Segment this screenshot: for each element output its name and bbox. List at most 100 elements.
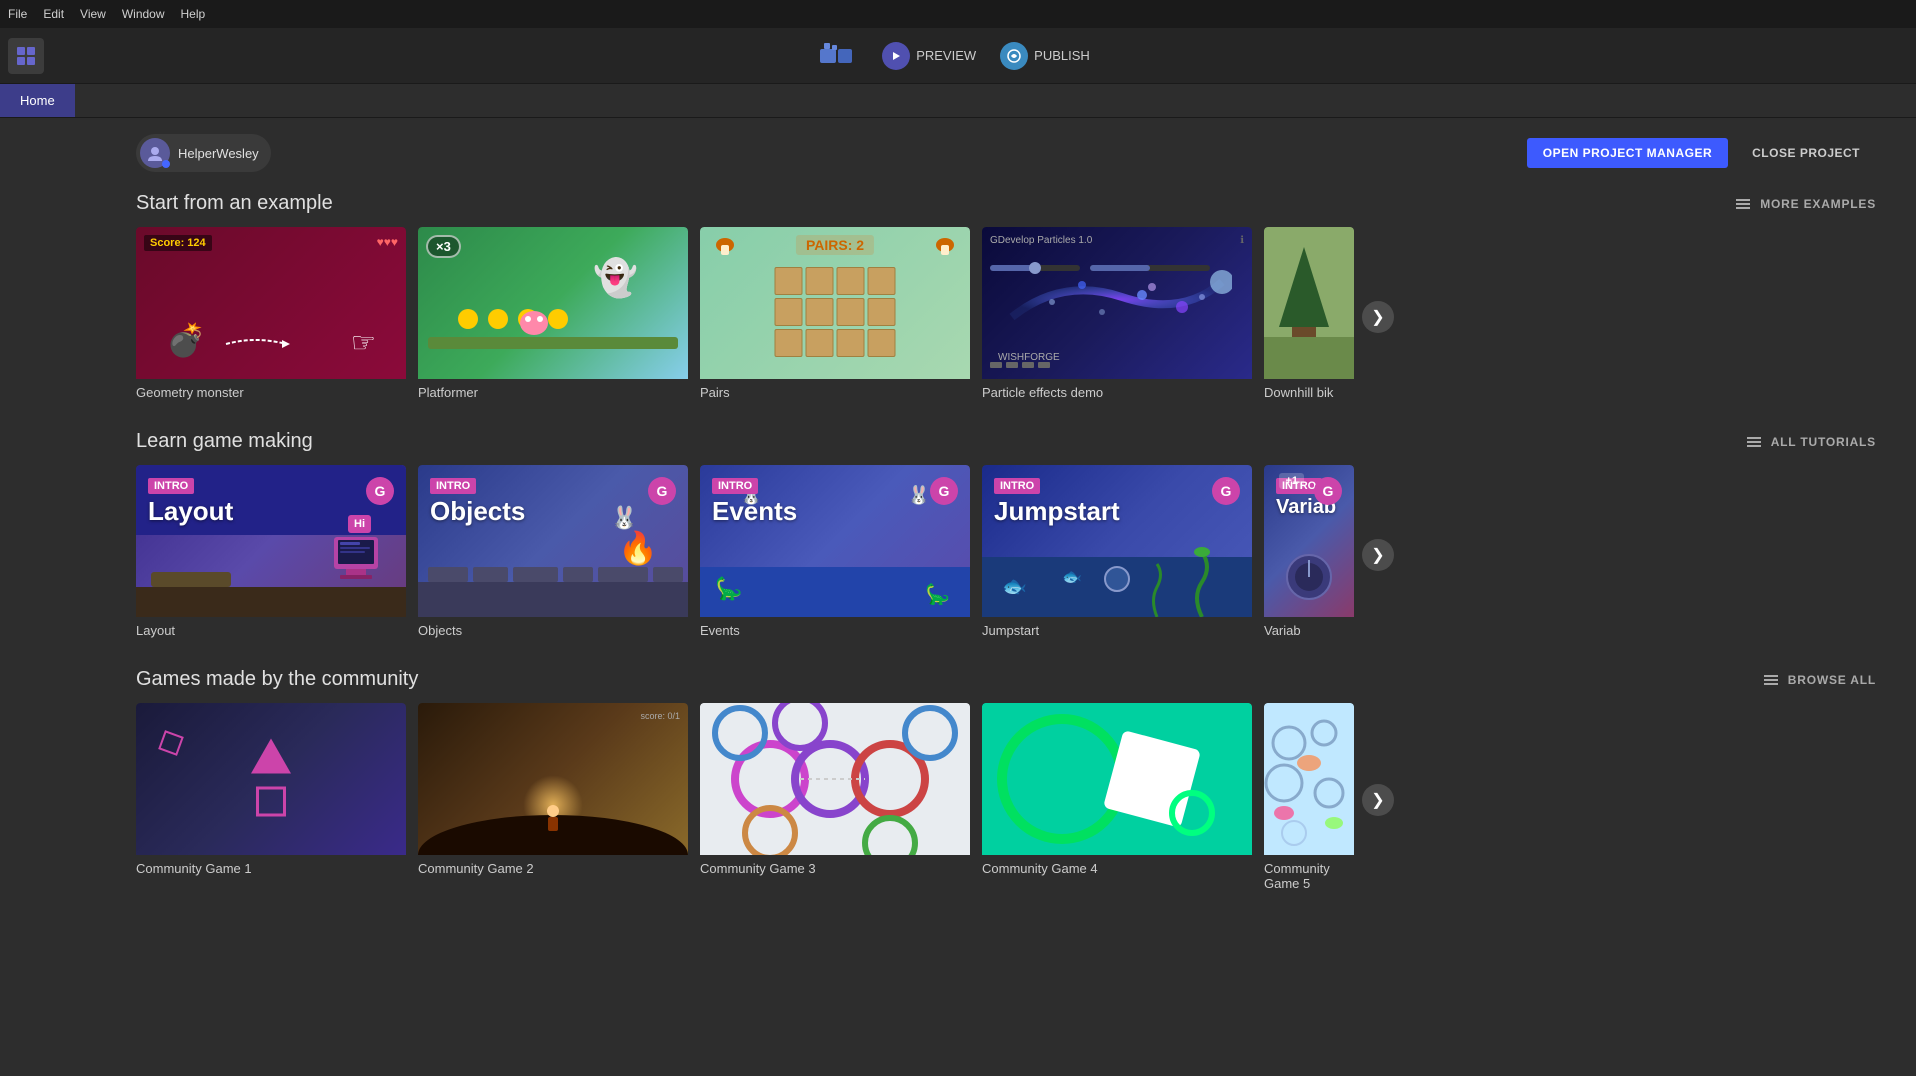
tutorials-next-arrow[interactable]: ❯: [1362, 539, 1394, 571]
card-thumb-particles: GDevelop Particles 1.0: [982, 227, 1252, 379]
publish-button[interactable]: PUBLISH: [992, 38, 1098, 74]
tab-home[interactable]: Home: [0, 84, 75, 117]
multiplier-badge: ×3: [426, 235, 461, 258]
preview-button[interactable]: PREVIEW: [874, 38, 984, 74]
card-label-platformer: Platformer: [418, 379, 688, 406]
card-thumb-geometry: Score: 124 ♥♥♥ 💣 ☞: [136, 227, 406, 379]
card-label-pairs: Pairs: [700, 379, 970, 406]
geo-shapes-comm1: [251, 739, 291, 820]
card-intro-layout[interactable]: Intro Layout G Hi: [136, 465, 406, 644]
avatar-circle: [140, 138, 170, 168]
play-icon: [882, 42, 910, 70]
card-label-comm3: Community Game 3: [700, 855, 970, 882]
hearts-badge: ♥♥♥: [377, 235, 398, 249]
community-cards-row: Community Game 1 score: 0/1: [136, 703, 1916, 897]
fire-decoration: 🔥: [618, 529, 658, 567]
card-thumb-comm1: [136, 703, 406, 855]
all-tutorials-link[interactable]: ALL TUTORIALS: [1747, 435, 1876, 449]
card-thumb-events: 🦕 🦕 🐰 🐰 Intro Events G: [700, 465, 970, 617]
examples-title: Start from an example: [136, 192, 333, 215]
abstract-svg: [982, 703, 1252, 855]
bunny-decoration: 🐰: [611, 505, 638, 531]
controls-svg: [990, 255, 1210, 285]
app-logo[interactable]: [8, 38, 44, 74]
score-top-comm2: score: 0/1: [640, 711, 680, 721]
triangle-shape: [251, 739, 291, 774]
all-tutorials-label: ALL TUTORIALS: [1771, 435, 1876, 449]
user-avatar[interactable]: HelperWesley: [136, 134, 271, 172]
examples-cards-scroll: Score: 124 ♥♥♥ 💣 ☞ Geometry monster: [136, 227, 1354, 406]
card-intro-jumpstart[interactable]: 🐟 🐟 Intro Jumpstart G Jumpstart: [982, 465, 1252, 644]
card-geometry-monster[interactable]: Score: 124 ♥♥♥ 💣 ☞ Geometry monster: [136, 227, 406, 406]
card-intro-variables[interactable]: Intro Variab G +1 Variab: [1264, 465, 1354, 644]
badge-intro-jumpstart: Intro: [994, 478, 1040, 494]
particles-title: GDevelop Particles 1.0: [990, 235, 1092, 246]
bubble-icon: [1104, 566, 1130, 592]
open-project-manager-button[interactable]: OPEN PROJECT MANAGER: [1527, 138, 1728, 168]
publish-label: PUBLISH: [1034, 48, 1090, 63]
card-label-comm2: Community Game 2: [418, 855, 688, 882]
examples-section-header: Start from an example MORE EXAMPLES: [136, 192, 1916, 215]
browse-all-label: BROWSE ALL: [1788, 673, 1876, 687]
toolbar-logo-area: [0, 28, 44, 83]
badge-title-jumpstart: Jumpstart: [994, 496, 1120, 527]
badge-title-layout: Layout: [148, 496, 233, 527]
menu-file[interactable]: File: [8, 7, 27, 21]
close-project-button[interactable]: CLOSE PROJECT: [1736, 138, 1876, 168]
card-community-4[interactable]: Community Game 4: [982, 703, 1252, 897]
pairs-counter: PAIRS: 2: [796, 235, 874, 255]
layout-platform: [151, 572, 231, 587]
user-header: HelperWesley OPEN PROJECT MANAGER CLOSE …: [136, 134, 1916, 172]
pairs-grid: [775, 267, 896, 357]
hexagons-svg: [700, 703, 970, 855]
card-intro-objects[interactable]: Intro Objects G 🔥 🐰 Objects: [418, 465, 688, 644]
browse-all-link[interactable]: BROWSE ALL: [1764, 673, 1876, 687]
badge-title-objects: Objects: [430, 496, 525, 527]
card-community-5[interactable]: Community Game 5: [1264, 703, 1354, 897]
card-particles[interactable]: GDevelop Particles 1.0: [982, 227, 1252, 406]
card-label-objects: Objects: [418, 617, 688, 644]
score-badge: Score: 124: [144, 235, 212, 251]
examples-section: Start from an example MORE EXAMPLES Scor…: [136, 192, 1916, 406]
avatar-online-dot: [162, 160, 170, 168]
hi-card-layout: Hi: [348, 515, 371, 533]
creature-right: 🦕: [925, 582, 950, 607]
card-community-2[interactable]: score: 0/1 Community Game 2: [418, 703, 688, 897]
card-label-events: Events: [700, 617, 970, 644]
card-thumb-variables: Intro Variab G +1: [1264, 465, 1354, 617]
card-label-geometry: Geometry monster: [136, 379, 406, 406]
card-intro-events[interactable]: 🦕 🦕 🐰 🐰 Intro Events G Events: [700, 465, 970, 644]
toolbar-center: PREVIEW PUBLISH: [818, 38, 1098, 74]
card-thumb-downhill: [1264, 227, 1354, 379]
examples-next-arrow[interactable]: ❯: [1362, 301, 1394, 333]
card-community-3[interactable]: Community Game 3: [700, 703, 970, 897]
card-pairs[interactable]: PAIRS: 2: [700, 227, 970, 406]
card-community-1[interactable]: Community Game 1: [136, 703, 406, 897]
card-thumb-objects: Intro Objects G 🔥 🐰: [418, 465, 688, 617]
blob-character: [518, 307, 550, 335]
card-label-particles: Particle effects demo: [982, 379, 1252, 406]
card-thumb-layout: Intro Layout G Hi: [136, 465, 406, 617]
tutorials-section: Learn game making ALL TUTORIALS Intro La…: [136, 430, 1916, 644]
platform-bar: [428, 337, 678, 349]
plus-badge: +1: [1279, 473, 1304, 489]
menu-window[interactable]: Window: [122, 7, 165, 21]
community-next-arrow[interactable]: ❯: [1362, 784, 1394, 816]
card-thumb-platformer: ×3 👻: [418, 227, 688, 379]
cursor-icon: ☞: [351, 326, 376, 359]
list-icon-tutorials: [1747, 437, 1761, 447]
tutorial-badge-jumpstart: Intro Jumpstart: [994, 477, 1120, 527]
card-thumb-comm5: [1264, 703, 1354, 855]
card-thumb-comm2: score: 0/1: [418, 703, 688, 855]
card-downhill[interactable]: Downhill bik: [1264, 227, 1354, 406]
downhill-thumb: [1264, 227, 1354, 379]
card-thumb-comm4: [982, 703, 1252, 855]
menu-edit[interactable]: Edit: [43, 7, 64, 21]
badge-intro-layout: Intro: [148, 478, 194, 494]
seaweed2: [1142, 562, 1172, 617]
menu-help[interactable]: Help: [181, 7, 206, 21]
card-platformer[interactable]: ×3 👻: [418, 227, 688, 406]
main-content: HelperWesley OPEN PROJECT MANAGER CLOSE …: [0, 118, 1916, 1076]
menu-view[interactable]: View: [80, 7, 106, 21]
more-examples-link[interactable]: MORE EXAMPLES: [1736, 197, 1876, 211]
